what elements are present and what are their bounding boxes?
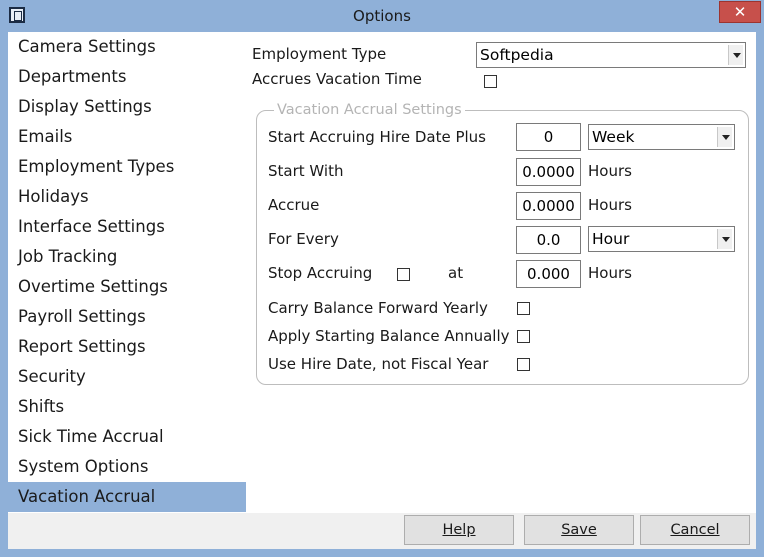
sidebar-item-emails[interactable]: Emails	[8, 122, 246, 152]
sidebar-item-overtime-settings[interactable]: Overtime Settings	[8, 272, 246, 302]
accrue-label: Accrue	[268, 196, 320, 214]
chevron-down-icon[interactable]	[717, 127, 732, 147]
stop-accruing-input[interactable]: 0.000	[516, 260, 581, 288]
start-with-unit: Hours	[588, 162, 632, 180]
chevron-down-icon[interactable]	[717, 229, 732, 249]
options-window: Options ✕ Camera Settings Departments Di…	[0, 0, 764, 557]
dialog-footer: Help Save Cancel	[8, 513, 756, 549]
settings-panel: Employment Type Softpedia Accrues Vacati…	[246, 32, 756, 513]
start-accruing-input[interactable]: 0	[516, 123, 581, 151]
stop-accruing-unit: Hours	[588, 264, 632, 282]
sidebar-item-system-options[interactable]: System Options	[8, 452, 246, 482]
client-area: Camera Settings Departments Display Sett…	[8, 32, 756, 549]
sidebar-item-report-settings[interactable]: Report Settings	[8, 332, 246, 362]
sidebar-item-job-tracking[interactable]: Job Tracking	[8, 242, 246, 272]
start-accruing-unit-select[interactable]: Week	[588, 124, 735, 150]
sidebar-item-payroll-settings[interactable]: Payroll Settings	[8, 302, 246, 332]
sidebar-item-display-settings[interactable]: Display Settings	[8, 92, 246, 122]
start-with-label: Start With	[268, 162, 344, 180]
save-button[interactable]: Save	[524, 515, 634, 545]
sidebar-item-interface-settings[interactable]: Interface Settings	[8, 212, 246, 242]
accrues-vacation-label: Accrues Vacation Time	[252, 70, 422, 88]
sidebar-item-departments[interactable]: Departments	[8, 62, 246, 92]
for-every-unit-value: Hour	[592, 230, 630, 248]
start-accruing-unit-value: Week	[592, 128, 635, 146]
start-with-input[interactable]: 0.0000	[516, 158, 581, 186]
employment-type-value: Softpedia	[480, 46, 554, 64]
title-bar[interactable]: Options ✕	[0, 0, 764, 32]
sidebar-item-holidays[interactable]: Holidays	[8, 182, 246, 212]
carry-balance-label: Carry Balance Forward Yearly	[268, 299, 488, 317]
cancel-button[interactable]: Cancel	[640, 515, 750, 545]
stop-accruing-checkbox[interactable]	[397, 268, 410, 281]
sidebar-item-vacation-accrual[interactable]: Vacation Accrual	[8, 482, 246, 512]
stop-accruing-label: Stop Accruing	[268, 264, 373, 282]
sidebar-item-camera-settings[interactable]: Camera Settings	[8, 32, 246, 62]
employment-type-label: Employment Type	[252, 45, 387, 63]
for-every-label: For Every	[268, 230, 339, 248]
group-title: Vacation Accrual Settings	[274, 102, 465, 118]
sidebar-item-shifts[interactable]: Shifts	[8, 392, 246, 422]
chevron-down-icon[interactable]	[728, 45, 743, 65]
accrue-unit: Hours	[588, 196, 632, 214]
options-sidebar: Camera Settings Departments Display Sett…	[8, 32, 246, 513]
use-hire-date-label: Use Hire Date, not Fiscal Year	[268, 355, 489, 373]
employment-type-select[interactable]: Softpedia	[476, 42, 746, 68]
sidebar-item-sick-time-accrual[interactable]: Sick Time Accrual	[8, 422, 246, 452]
help-button[interactable]: Help	[404, 515, 514, 545]
vacation-accrual-group: Vacation Accrual Settings Start Accruing…	[256, 102, 749, 385]
close-button[interactable]: ✕	[719, 1, 761, 23]
accrues-vacation-checkbox[interactable]	[484, 75, 497, 88]
use-hire-date-checkbox[interactable]	[517, 358, 530, 371]
carry-balance-checkbox[interactable]	[517, 302, 530, 315]
sidebar-item-employment-types[interactable]: Employment Types	[8, 152, 246, 182]
accrue-input[interactable]: 0.0000	[516, 192, 581, 220]
for-every-input[interactable]: 0.0	[516, 226, 581, 254]
start-accruing-label: Start Accruing Hire Date Plus	[268, 128, 486, 146]
for-every-unit-select[interactable]: Hour	[588, 226, 735, 252]
stop-accruing-at-label: at	[448, 264, 464, 282]
apply-starting-label: Apply Starting Balance Annually	[268, 327, 510, 345]
sidebar-item-security[interactable]: Security	[8, 362, 246, 392]
window-title: Options	[353, 7, 411, 25]
apply-starting-checkbox[interactable]	[517, 330, 530, 343]
